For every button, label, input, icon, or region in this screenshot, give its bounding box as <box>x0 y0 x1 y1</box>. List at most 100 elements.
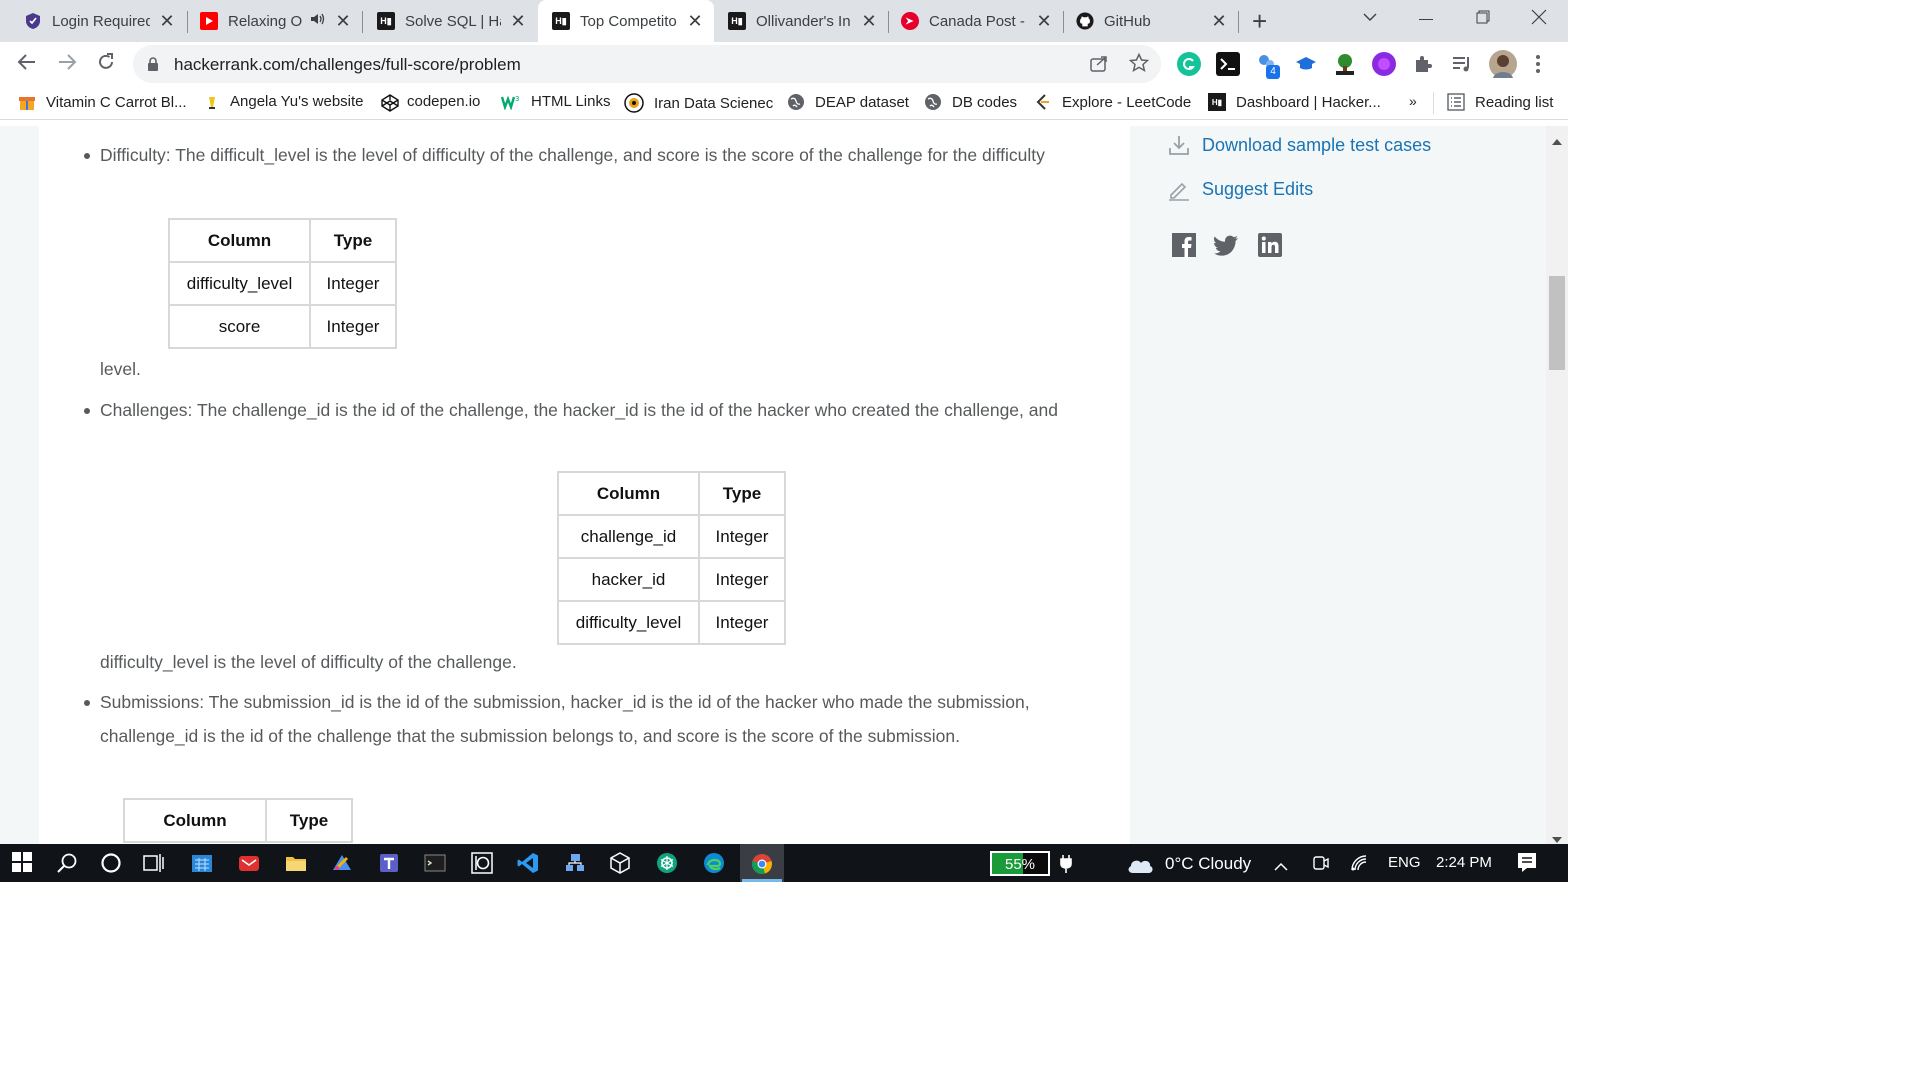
bookmark-html-links[interactable]: 3 HTML Links <box>500 93 610 111</box>
close-tab-icon[interactable]: ✕ <box>158 11 176 32</box>
tab-solve-sql[interactable]: H▮ Solve SQL | Ha ✕ <box>363 0 537 42</box>
gift-icon <box>18 93 36 111</box>
tab-github[interactable]: GitHub ✕ <box>1064 0 1238 42</box>
bookmark-angela-yu[interactable]: Angela Yu's website <box>204 93 364 110</box>
terminal-icon[interactable] <box>1216 52 1240 76</box>
restore-icon[interactable] <box>1476 10 1490 29</box>
tab-relaxing[interactable]: Relaxing O ✕ <box>188 0 362 42</box>
extension-cluster-icon[interactable]: 4 <box>1256 52 1280 79</box>
scroll-up-arrow-icon[interactable] <box>1552 132 1562 150</box>
back-arrow-icon[interactable] <box>15 52 39 76</box>
chrome-taskbar-button[interactable] <box>740 844 784 882</box>
network-app-icon[interactable] <box>564 852 586 874</box>
bookmark-vitamin-c[interactable]: Vitamin C Carrot Bl... <box>18 93 187 111</box>
table-row: difficulty_level Integer <box>557 600 786 645</box>
speaker-icon[interactable] <box>310 12 326 30</box>
close-tab-icon[interactable]: ✕ <box>509 11 527 32</box>
meet-now-icon[interactable] <box>1311 854 1329 877</box>
table-cell: Integer <box>309 261 397 306</box>
chatgpt-icon[interactable] <box>656 852 678 874</box>
media-controls-icon[interactable] <box>1450 52 1474 76</box>
terminal-app-icon[interactable] <box>424 852 446 874</box>
windows-start-icon[interactable] <box>12 852 34 874</box>
vscode-icon[interactable] <box>517 852 539 874</box>
calendar-app-icon[interactable] <box>191 852 213 874</box>
extensions-puzzle-icon[interactable] <box>1411 52 1435 76</box>
bookmark-codepen[interactable]: codepen.io <box>381 93 480 112</box>
close-tab-icon[interactable]: ✕ <box>860 11 878 32</box>
close-tab-icon[interactable]: ✕ <box>334 11 352 32</box>
tab-ollivanders[interactable]: H▮ Ollivander's In ✕ <box>714 0 888 42</box>
weather-text[interactable]: 0°C Cloudy <box>1165 854 1251 874</box>
tab-title: GitHub <box>1104 12 1151 30</box>
task-view-icon[interactable] <box>143 852 165 874</box>
file-explorer-icon[interactable] <box>285 852 307 874</box>
type-header: Type <box>309 218 397 263</box>
notifications-icon[interactable] <box>1517 852 1537 879</box>
bookmark-hackerrank-dashboard[interactable]: H▮ Dashboard | Hacker... <box>1208 93 1381 111</box>
table-header-row: Column Type <box>168 218 397 263</box>
download-sample-test-cases-link[interactable]: Download sample test cases <box>1202 135 1431 156</box>
bookmark-db-codes[interactable]: DB codes <box>924 93 1017 111</box>
pencil-icon[interactable] <box>1167 178 1191 207</box>
wifi-icon[interactable] <box>1350 854 1370 877</box>
download-icon[interactable] <box>1168 134 1190 161</box>
share-icon[interactable] <box>1089 54 1109 79</box>
tree-icon[interactable] <box>1333 52 1357 76</box>
tab-search-icon[interactable] <box>1362 9 1378 30</box>
tab-login-required[interactable]: Login Required ✕ <box>0 0 186 42</box>
browser-menu-icon[interactable] <box>1534 54 1542 79</box>
close-tab-icon[interactable]: ✕ <box>686 11 704 32</box>
extension-badge: 4 <box>1266 65 1280 79</box>
tab-top-competitors[interactable]: H▮ Top Competito ✕ <box>538 0 714 42</box>
teams-app-icon[interactable] <box>378 852 400 874</box>
bookmark-label: Vitamin C Carrot Bl... <box>46 93 187 111</box>
search-icon[interactable] <box>56 852 78 874</box>
bookmark-deap-dataset[interactable]: DEAP dataset <box>787 93 909 111</box>
facebook-icon[interactable] <box>1172 233 1196 257</box>
close-tab-icon[interactable]: ✕ <box>1210 11 1228 32</box>
clock[interactable]: 2:24 PM <box>1436 854 1492 871</box>
bookmark-iran-data[interactable]: Iran Data Scienec <box>624 93 773 113</box>
suggest-edits-link[interactable]: Suggest Edits <box>1202 179 1313 200</box>
angela-yu-icon <box>204 94 220 110</box>
page-scrollbar[interactable] <box>1546 126 1568 844</box>
address-bar[interactable]: hackerrank.com/challenges/full-score/pro… <box>133 45 1161 83</box>
mail-app-icon[interactable] <box>238 852 260 874</box>
linkedin-icon[interactable] <box>1258 233 1282 257</box>
virtualbox-icon[interactable] <box>609 852 631 874</box>
minimize-icon[interactable] <box>1419 19 1433 20</box>
lock-icon[interactable] <box>147 57 159 71</box>
paint-app-icon[interactable] <box>331 852 353 874</box>
bookmarks-overflow-button[interactable]: » <box>1409 93 1417 109</box>
edge-icon[interactable] <box>703 852 725 874</box>
profile-avatar[interactable] <box>1489 50 1517 78</box>
cortana-icon[interactable] <box>100 852 122 874</box>
scrollbar-thumb[interactable] <box>1549 276 1565 370</box>
close-tab-icon[interactable]: ✕ <box>1035 11 1053 32</box>
language-indicator[interactable]: ENG <box>1388 854 1421 871</box>
reload-icon[interactable] <box>94 52 118 76</box>
bookmark-star-icon[interactable] <box>1128 52 1150 78</box>
twitter-icon[interactable] <box>1214 233 1238 257</box>
tab-canada-post[interactable]: Canada Post - ✕ <box>889 0 1063 42</box>
bookmark-leetcode[interactable]: Explore - LeetCode <box>1034 93 1191 111</box>
power-plug-icon[interactable] <box>1059 854 1073 879</box>
reading-list-button[interactable]: Reading list <box>1447 93 1553 111</box>
table-cell: Integer <box>698 600 786 645</box>
battery-indicator[interactable]: 55% <box>990 851 1050 876</box>
cloud-weather-icon[interactable] <box>1125 854 1155 879</box>
pycharm-icon[interactable] <box>471 852 493 874</box>
tray-chevron-up-icon[interactable] <box>1274 858 1288 876</box>
url-text[interactable]: hackerrank.com/challenges/full-score/pro… <box>174 55 521 75</box>
bookmark-label: DB codes <box>952 93 1018 111</box>
forward-arrow-icon[interactable] <box>55 52 79 76</box>
graduation-cap-icon[interactable] <box>1294 52 1318 76</box>
grammarly-icon[interactable] <box>1177 52 1201 76</box>
type-header: Type <box>698 471 786 516</box>
close-window-icon[interactable] <box>1531 9 1547 30</box>
challenges-description: Challenges: The challenge_id is the id o… <box>100 400 1058 420</box>
chrome-icon <box>751 853 773 880</box>
purple-extension-icon[interactable] <box>1372 52 1396 76</box>
new-tab-button[interactable]: + <box>1252 6 1267 37</box>
